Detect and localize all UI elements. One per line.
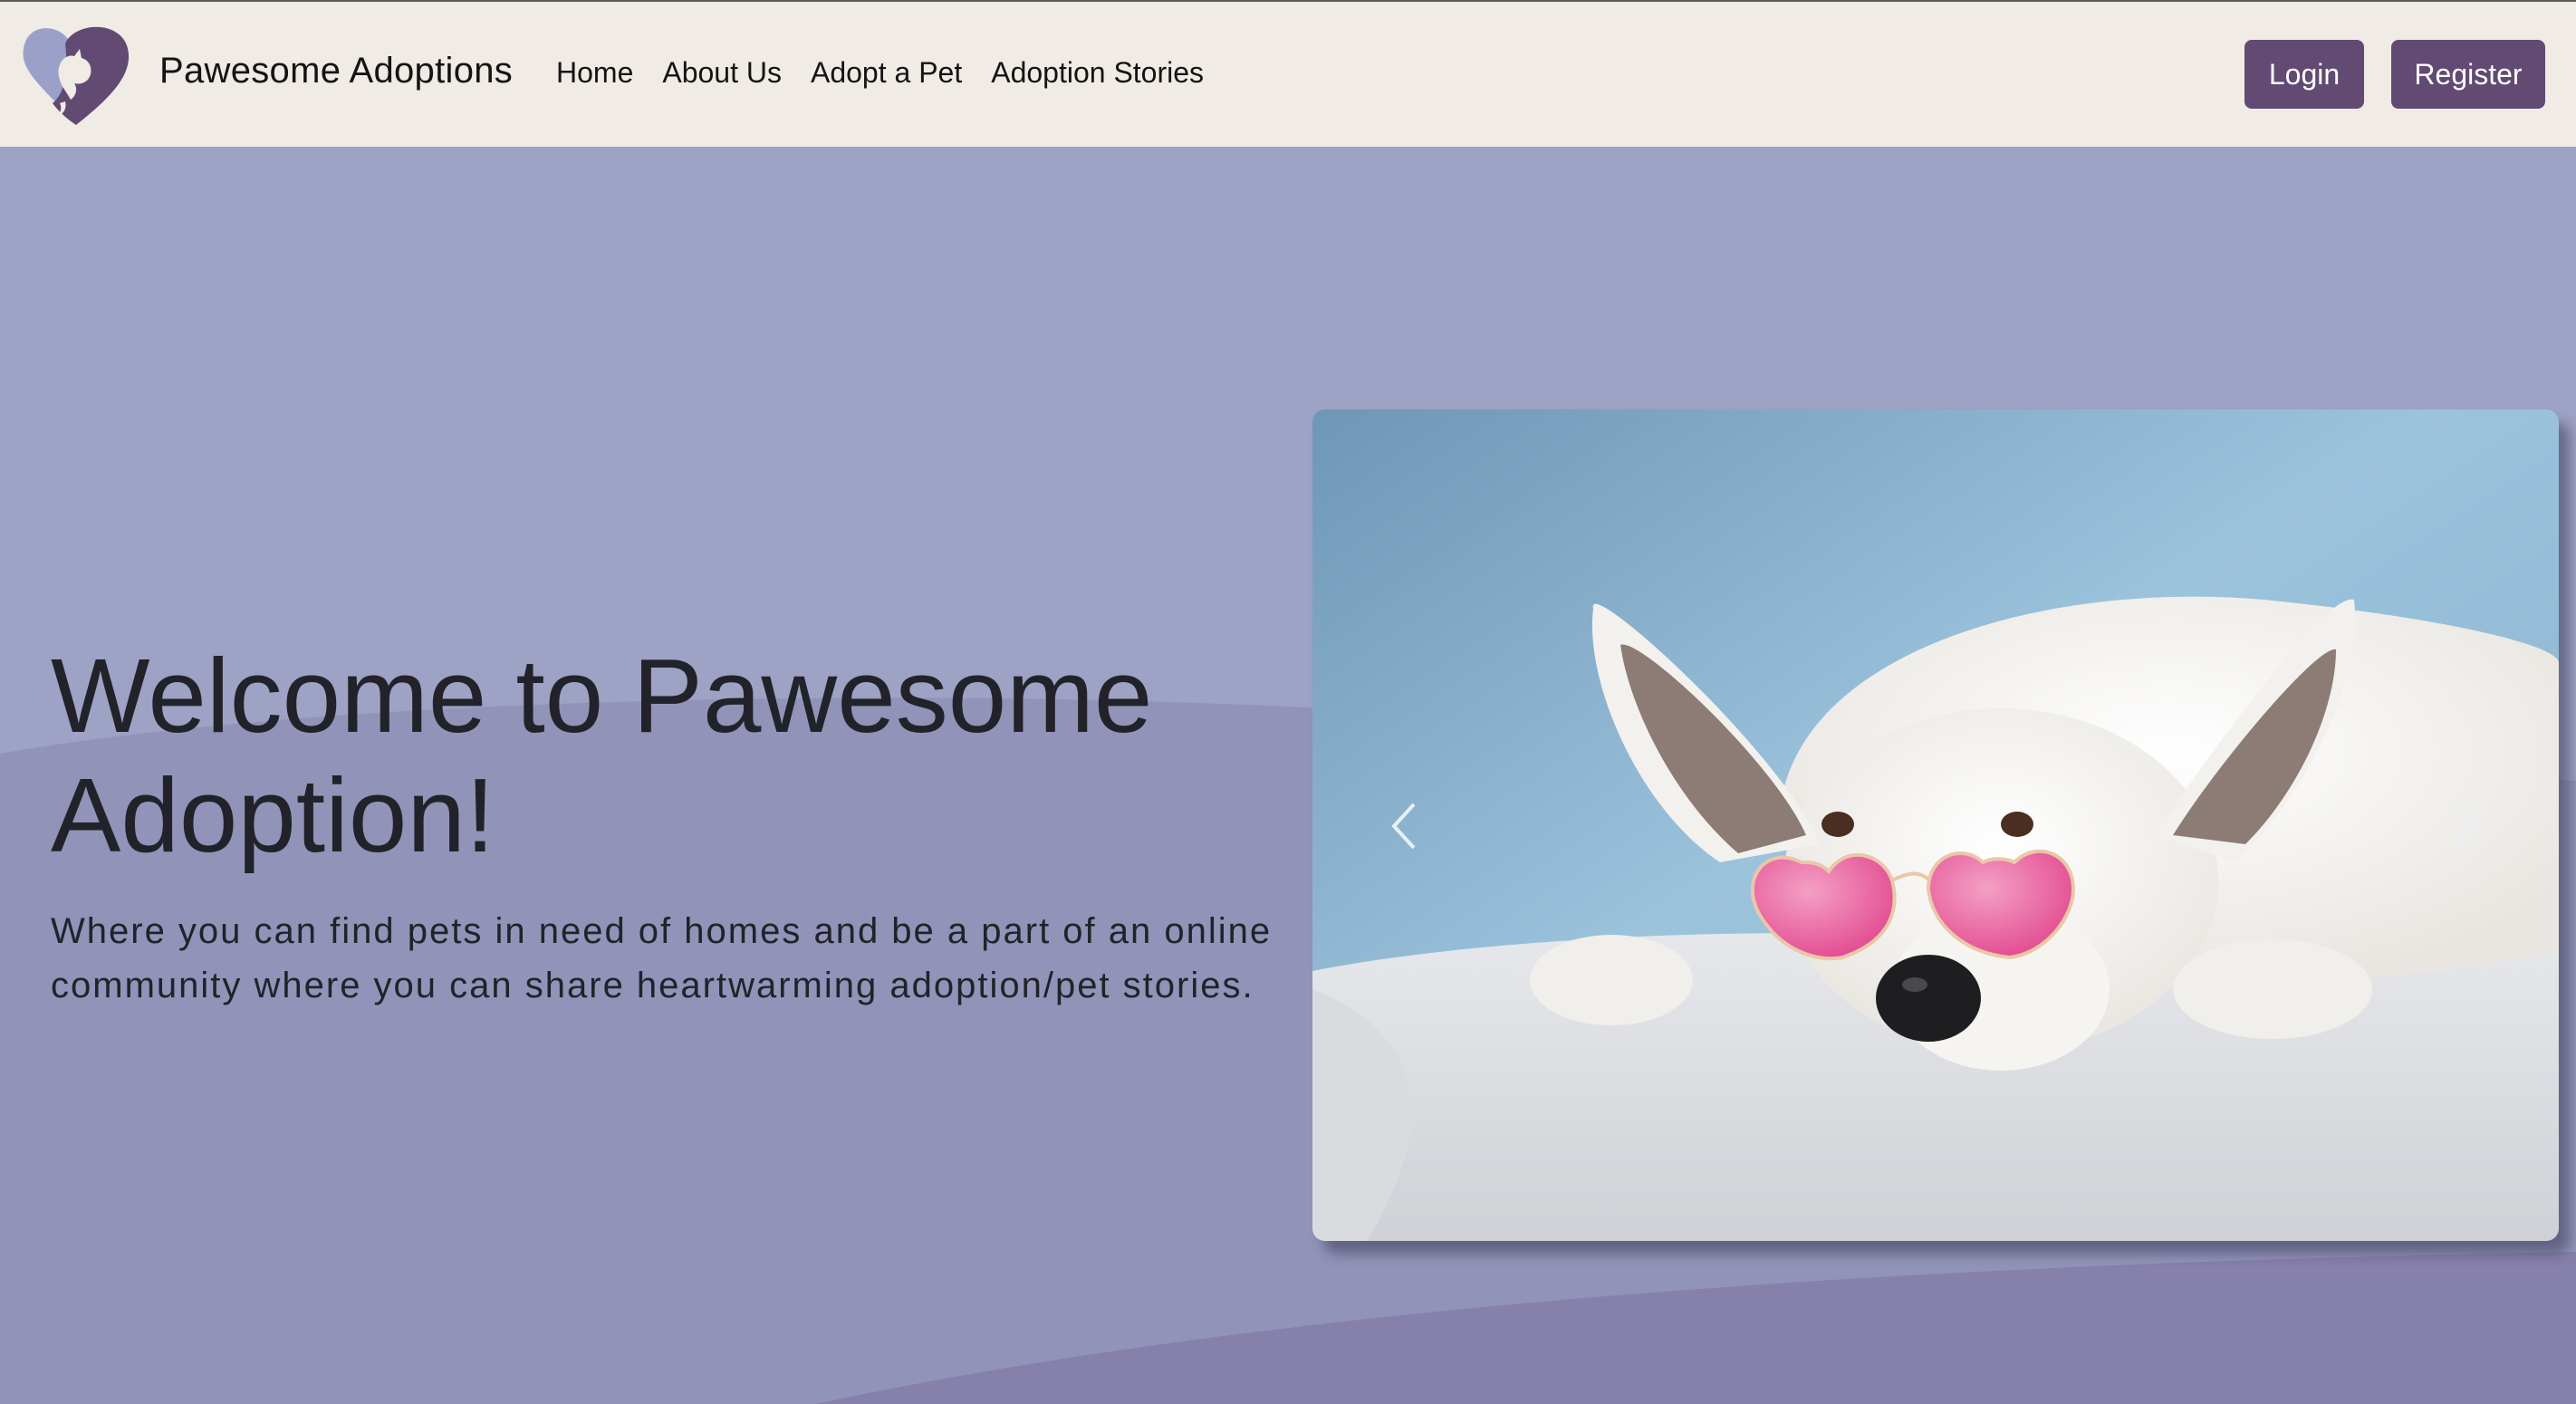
carousel-prev-button[interactable] — [1369, 790, 1441, 862]
nav-link-about-us[interactable]: About Us — [662, 56, 782, 90]
heart-paw-logo-icon[interactable] — [20, 22, 130, 127]
brand-name[interactable]: Pawesome Adoptions — [159, 51, 513, 91]
image-carousel[interactable] — [1312, 409, 2559, 1241]
hero-section: Welcome to Pawesome Adoption! Where you … — [0, 147, 2576, 1404]
nav-link-adopt-a-pet[interactable]: Adopt a Pet — [811, 56, 962, 90]
login-button[interactable]: Login — [2244, 40, 2364, 109]
nav-link-home[interactable]: Home — [556, 56, 633, 90]
chevron-right-icon — [2454, 803, 2478, 850]
register-button[interactable]: Register — [2391, 40, 2545, 109]
chevron-left-icon — [1391, 803, 1416, 850]
carousel-next-button[interactable] — [2428, 790, 2501, 862]
navbar: Pawesome Adoptions Home About Us Adopt a… — [0, 2, 2576, 147]
nav-link-adoption-stories[interactable]: Adoption Stories — [991, 56, 1204, 90]
nav-links: Home About Us Adopt a Pet Adoption Stori… — [556, 56, 1233, 90]
hero-title: Welcome to Pawesome Adoption! — [51, 637, 1153, 874]
page: Pawesome Adoptions Home About Us Adopt a… — [0, 0, 2576, 1404]
dog-photo — [1312, 409, 2559, 1241]
hero-subtitle: Where you can find pets in need of homes… — [51, 911, 1273, 1005]
